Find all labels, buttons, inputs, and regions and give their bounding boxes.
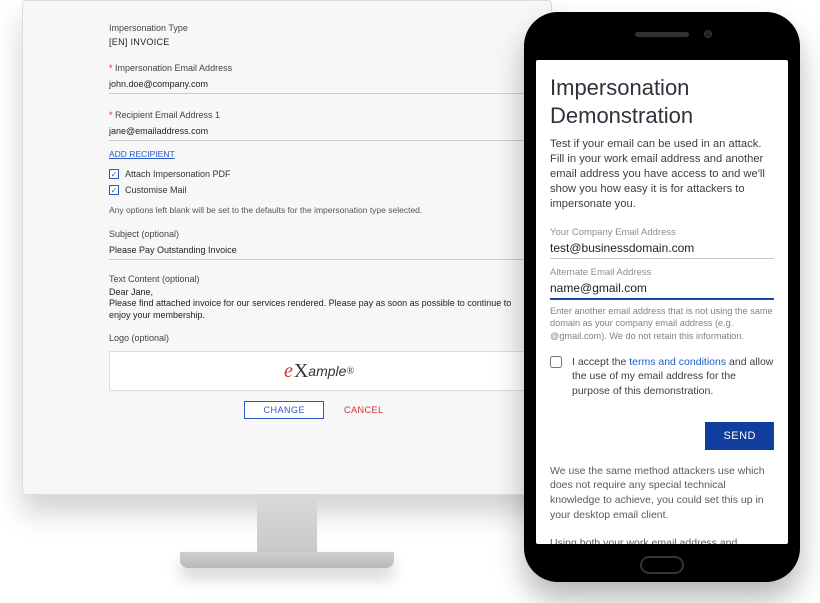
add-recipient-link[interactable]: ADD RECIPIENT bbox=[109, 149, 175, 159]
accept-checkbox-row[interactable]: I accept the terms and conditions and al… bbox=[550, 355, 774, 398]
text-content-line1[interactable]: Dear Jane, bbox=[109, 287, 529, 297]
impersonation-type-label: Impersonation Type bbox=[109, 23, 529, 33]
alt-email-label: Alternate Email Address bbox=[550, 267, 774, 278]
desktop-monitor: Impersonation Type [EN] INVOICE Imperson… bbox=[22, 0, 552, 495]
alt-email-field[interactable] bbox=[550, 278, 774, 300]
checkbox-icon: ✓ bbox=[109, 169, 119, 179]
logo-accent: e bbox=[284, 360, 293, 383]
logo-label: Logo (optional) bbox=[109, 333, 529, 343]
text-content-line2[interactable]: Please find attached invoice for our ser… bbox=[109, 298, 529, 321]
text-content-label: Text Content (optional) bbox=[109, 274, 529, 284]
monitor-stand-neck bbox=[257, 494, 317, 556]
checkbox-attach-pdf-row[interactable]: ✓ Attach Impersonation PDF bbox=[109, 169, 529, 179]
change-button[interactable]: CHANGE bbox=[244, 401, 324, 419]
company-email-field[interactable] bbox=[550, 238, 774, 259]
accept-checkbox[interactable] bbox=[550, 356, 562, 368]
alt-email-hint: Enter another email address that is not … bbox=[550, 305, 774, 344]
logo-preview: eXample® bbox=[109, 351, 529, 391]
company-email-label: Your Company Email Address bbox=[550, 227, 774, 238]
method-note: We use the same method attackers use whi… bbox=[550, 464, 774, 523]
defaults-note: Any options left blank will be set to th… bbox=[109, 205, 529, 215]
desktop-form: Impersonation Type [EN] INVOICE Imperson… bbox=[23, 1, 551, 494]
send-button[interactable]: SEND bbox=[705, 422, 774, 450]
impersonation-type-value[interactable]: [EN] INVOICE bbox=[109, 37, 529, 47]
checkbox-attach-pdf-label: Attach Impersonation PDF bbox=[125, 169, 231, 179]
imp-email-field[interactable]: john.doe@company.com bbox=[109, 79, 529, 89]
monitor-stand-base bbox=[180, 552, 394, 568]
accept-text: I accept the terms and conditions and al… bbox=[572, 355, 774, 398]
terms-link[interactable]: terms and conditions bbox=[629, 356, 726, 368]
phone-device: Impersonation Demonstration Test if your… bbox=[524, 12, 800, 582]
checkbox-icon: ✓ bbox=[109, 185, 119, 195]
imp-email-label: Impersonation Email Address bbox=[109, 63, 529, 73]
checkbox-customise-label: Customise Mail bbox=[125, 185, 187, 195]
dmarc-note: Using both your work email address and p… bbox=[550, 536, 774, 544]
page-title: Impersonation Demonstration bbox=[550, 74, 774, 129]
intro-text: Test if your email can be used in an att… bbox=[550, 137, 774, 213]
phone-home-button[interactable] bbox=[640, 556, 684, 574]
subject-label: Subject (optional) bbox=[109, 229, 529, 239]
phone-screen: Impersonation Demonstration Test if your… bbox=[536, 60, 788, 544]
recipient-email-label: Recipient Email Address 1 bbox=[109, 110, 529, 120]
phone-earpiece bbox=[635, 32, 689, 37]
checkbox-customise-row[interactable]: ✓ Customise Mail bbox=[109, 185, 529, 195]
cancel-button[interactable]: CANCEL bbox=[334, 401, 394, 419]
phone-camera-icon bbox=[704, 30, 712, 38]
subject-field[interactable]: Please Pay Outstanding Invoice bbox=[109, 245, 529, 255]
recipient-email-field[interactable]: jane@emailaddress.com bbox=[109, 126, 529, 136]
